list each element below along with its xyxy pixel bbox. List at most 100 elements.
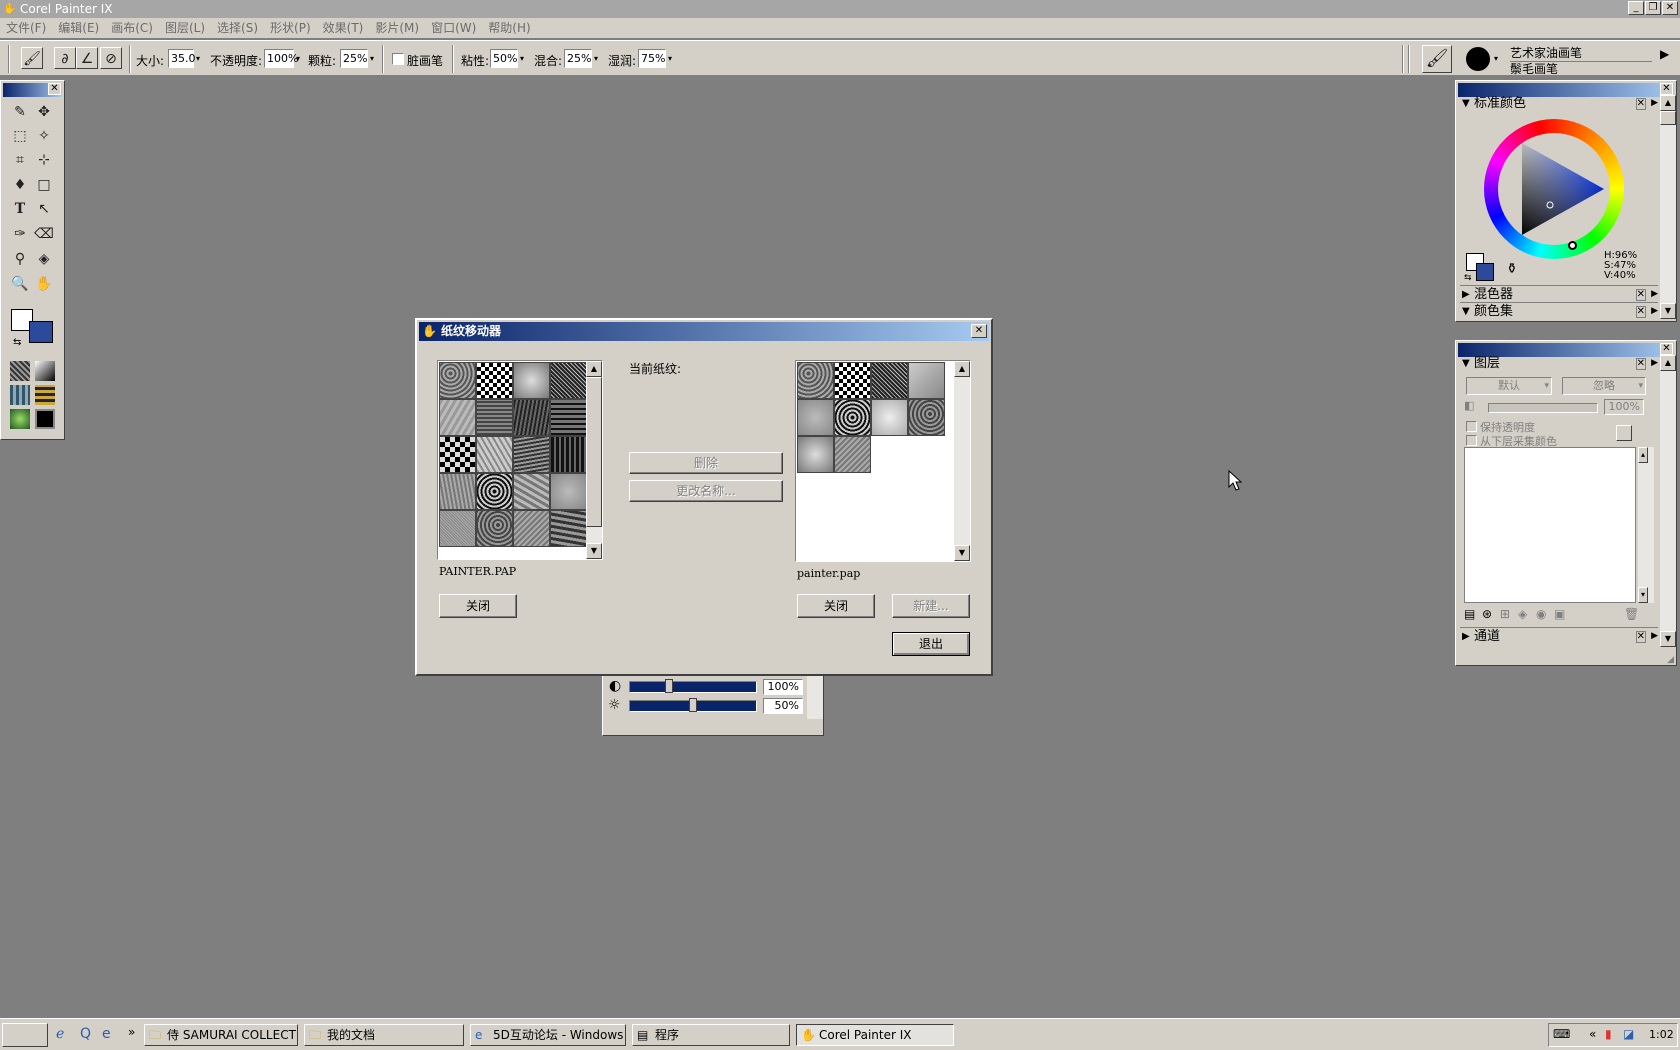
close-button[interactable]: ✕ xyxy=(1662,1,1678,15)
menu-layers[interactable]: 图层(L) xyxy=(159,18,211,38)
blend-field[interactable]: 25% xyxy=(564,49,592,68)
color-panel-scrollbar[interactable]: ▲ ▼ xyxy=(1660,95,1676,319)
size-dropdown-icon[interactable]: ▾ xyxy=(196,49,204,68)
menu-help[interactable]: 帮助(H) xyxy=(482,18,536,38)
dynamic-plugins-icon[interactable]: ⊛ xyxy=(1482,607,1492,621)
enable-mask-icon[interactable]: ◉ xyxy=(1536,607,1546,621)
nozzle-selector-icon[interactable] xyxy=(10,409,30,429)
delete-layer-icon[interactable]: 🗑 xyxy=(1624,607,1639,621)
blend-dropdown-icon[interactable]: ▾ xyxy=(594,49,602,68)
section-close-icon[interactable]: ✕ xyxy=(1635,289,1646,301)
paper-swatch[interactable] xyxy=(871,399,908,436)
brush-dab-dropdown-icon[interactable]: ▾ xyxy=(1494,49,1502,68)
gradient-selector-icon[interactable] xyxy=(35,361,55,381)
brush-variant-name[interactable]: 鬃毛画笔 xyxy=(1510,60,1652,77)
layer-list[interactable] xyxy=(1464,447,1636,603)
eraser-icon[interactable]: ⌫ xyxy=(33,223,55,245)
look-selector-icon[interactable] xyxy=(35,409,55,429)
magnifier-icon[interactable]: 🔍 xyxy=(9,273,31,295)
paper-swatch[interactable] xyxy=(476,362,513,399)
task-forum[interactable]: e 5D互动论坛 - Windows ... xyxy=(470,1024,626,1046)
grabber-hand-icon[interactable]: ✋ xyxy=(33,273,55,295)
section-menu-icon[interactable]: ▶ xyxy=(1651,355,1658,372)
quicklaunch-ie-icon[interactable]: e xyxy=(102,1026,111,1042)
menu-effects[interactable]: 效果(T) xyxy=(317,18,370,38)
scroll-up-icon[interactable]: ▲ xyxy=(954,361,970,377)
paper-swatch[interactable] xyxy=(908,362,945,399)
brightness-slider-thumb[interactable] xyxy=(689,698,697,712)
paper-swatch[interactable] xyxy=(476,436,513,473)
pattern-selector-icon[interactable] xyxy=(10,385,30,405)
paper-swatch[interactable] xyxy=(834,399,871,436)
start-button[interactable] xyxy=(2,1023,48,1047)
scroll-down-icon[interactable]: ▼ xyxy=(586,543,602,559)
contrast-value[interactable]: 100% xyxy=(763,679,803,695)
size-field[interactable]: 35.0 xyxy=(168,49,196,68)
paper-swatch[interactable] xyxy=(513,436,550,473)
contrast-slider-thumb[interactable] xyxy=(665,679,673,693)
panel-scrollbar[interactable] xyxy=(807,675,823,719)
task-samurai[interactable]: 🗀 侍 SAMURAI COLLECTION xyxy=(144,1024,298,1046)
dirty-brush-checkbox[interactable] xyxy=(392,53,404,65)
pen-icon[interactable]: ♦ xyxy=(9,174,31,196)
crop-icon[interactable]: ⌗ xyxy=(9,149,31,171)
layer-opacity-slider[interactable] xyxy=(1488,403,1598,413)
menu-canvas[interactable]: 画布(C) xyxy=(105,18,159,38)
menu-file[interactable]: 文件(F) xyxy=(0,18,52,38)
hue-indicator[interactable] xyxy=(1568,241,1577,250)
paper-swatch[interactable] xyxy=(797,362,834,399)
task-my-documents[interactable]: 🗀 我的文档 xyxy=(304,1024,464,1046)
stroke-straight-icon[interactable]: ∠ xyxy=(76,47,98,69)
paper-swatch[interactable] xyxy=(439,399,476,436)
scroll-down-icon[interactable]: ▼ xyxy=(954,545,970,561)
paper-swatch[interactable] xyxy=(439,436,476,473)
left-close-button[interactable]: 关闭 xyxy=(439,594,517,618)
paper-swatch[interactable] xyxy=(476,510,513,547)
menu-edit[interactable]: 编辑(E) xyxy=(52,18,105,38)
paper-swatch[interactable] xyxy=(834,436,871,473)
scroll-thumb[interactable] xyxy=(1660,111,1676,125)
layer-list-scrollbar[interactable]: ▴ ▾ xyxy=(1638,447,1654,603)
lock-layer-icon[interactable] xyxy=(1616,425,1632,441)
scroll-up-icon[interactable]: ▲ xyxy=(1660,95,1676,111)
brush-tool-icon[interactable]: 🖌 xyxy=(21,47,43,69)
standard-colors-header[interactable]: ▼ 标准颜色 ✕ ▶ xyxy=(1460,95,1658,112)
paper-swatch[interactable] xyxy=(797,436,834,473)
keyboard-icon[interactable]: ⌨ xyxy=(1553,1027,1570,1041)
paper-swatch[interactable] xyxy=(797,399,834,436)
brush-dab-icon[interactable] xyxy=(1466,47,1490,71)
menu-shapes[interactable]: 形状(P) xyxy=(264,18,317,38)
shape-selection-icon[interactable]: ↖ xyxy=(33,198,55,220)
task-corel-painter[interactable]: ✋ Corel Painter IX xyxy=(796,1024,954,1046)
paper-swatch[interactable] xyxy=(908,399,945,436)
stroke-freehand-icon[interactable]: ∂ xyxy=(54,47,76,69)
wet-field[interactable]: 75% xyxy=(638,49,666,68)
new-group-icon[interactable]: ⊞ xyxy=(1500,607,1510,621)
quit-button[interactable]: 退出 xyxy=(892,632,970,656)
grain-dropdown-icon[interactable]: ▾ xyxy=(370,49,378,68)
grain-field[interactable]: 25% xyxy=(340,49,368,68)
preserve-transparency-checkbox[interactable] xyxy=(1466,421,1477,432)
rename-button[interactable]: 更改名称... xyxy=(629,480,783,502)
layers-panel-close-icon[interactable]: ✕ xyxy=(1660,343,1673,355)
viscosity-field[interactable]: 50% xyxy=(490,49,518,68)
layers-panel-scrollbar[interactable]: ▲ ▼ xyxy=(1660,355,1676,647)
left-grid-scrollbar[interactable]: ▲ ▼ xyxy=(586,361,602,559)
quicklaunch-more-icon[interactable]: » xyxy=(128,1025,135,1039)
paper-swatch[interactable] xyxy=(550,399,587,436)
paper-swatch[interactable] xyxy=(834,362,871,399)
paper-swatch[interactable] xyxy=(513,473,550,510)
layer-commands-icon[interactable]: ▤ xyxy=(1464,607,1475,621)
paper-swatch[interactable] xyxy=(476,399,513,436)
paper-swatch[interactable] xyxy=(550,510,587,547)
brightness-value[interactable]: 50% xyxy=(763,698,803,714)
paper-swatch[interactable] xyxy=(439,362,476,399)
scroll-down-icon[interactable]: ▼ xyxy=(1660,631,1676,647)
new-layer-icon[interactable]: ▣ xyxy=(1554,607,1565,621)
paper-selector-icon[interactable] xyxy=(10,361,30,381)
brush-category-icon[interactable]: 🖌 xyxy=(1422,45,1452,73)
reset-brush-icon[interactable]: ⊘ xyxy=(100,47,122,69)
dropper-brush-icon[interactable]: ✑ xyxy=(9,223,31,245)
paper-swatch[interactable] xyxy=(513,399,550,436)
selection-adjuster-icon[interactable]: ⊹ xyxy=(33,149,55,171)
